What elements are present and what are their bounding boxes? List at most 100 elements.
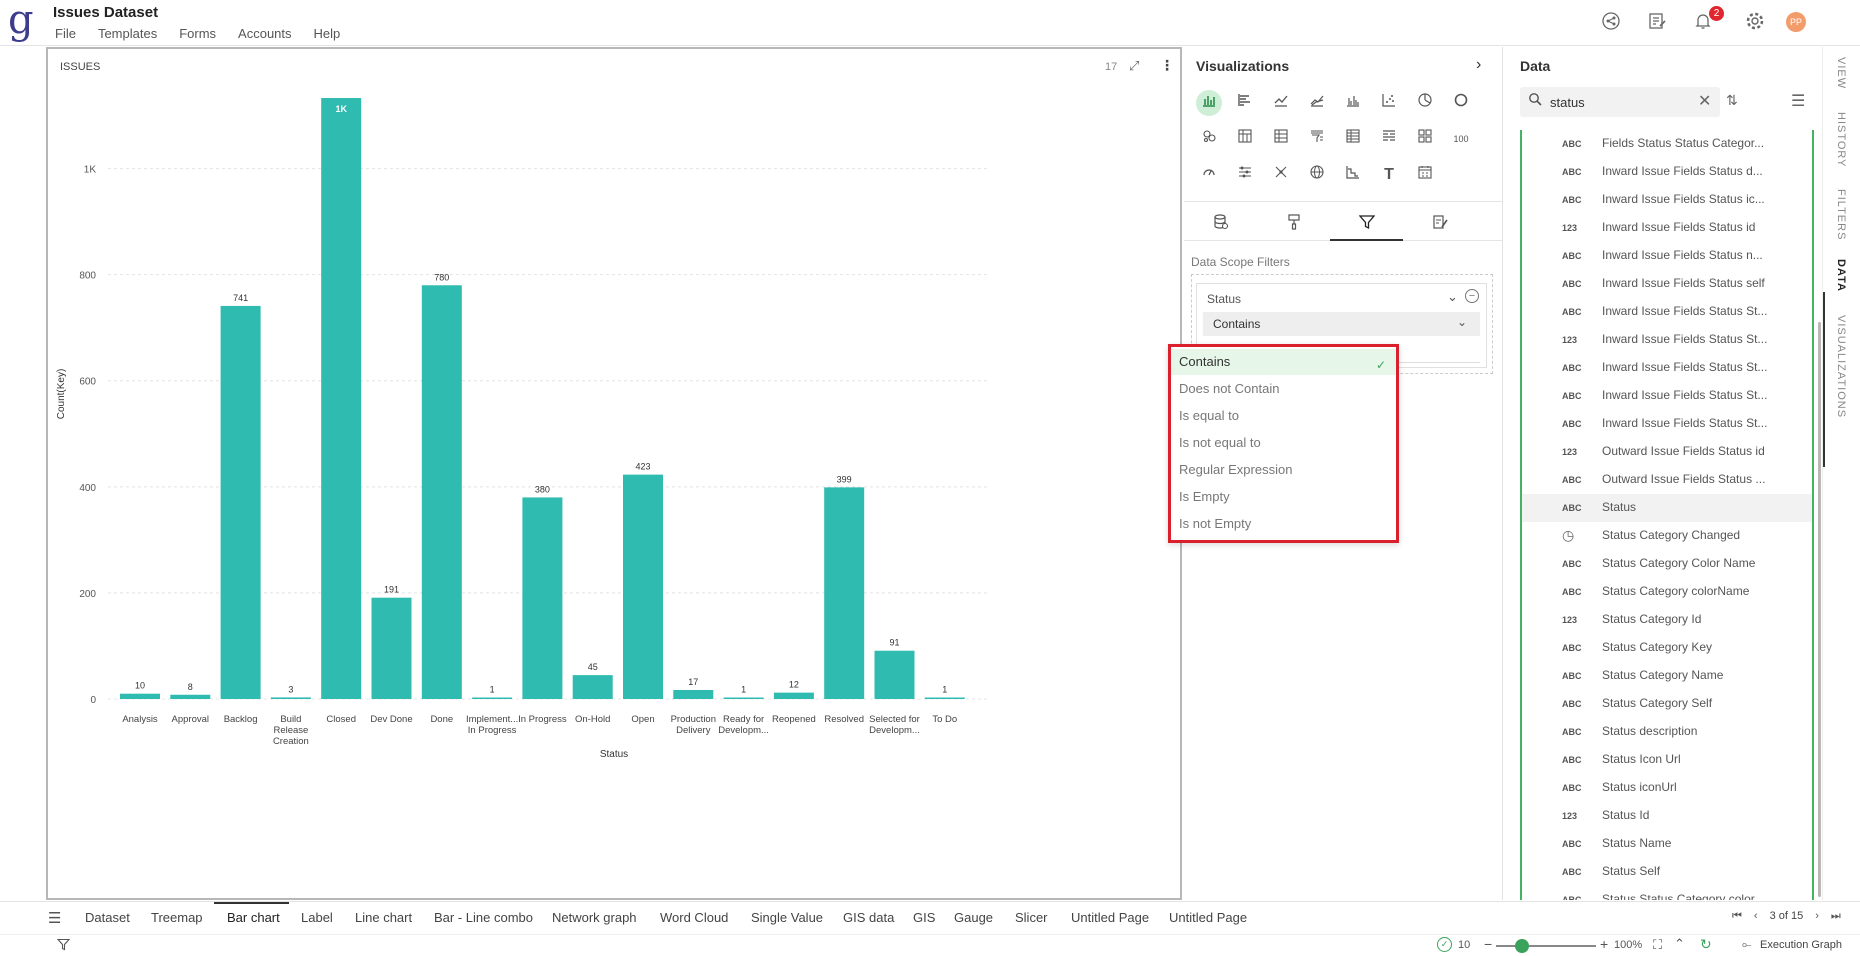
side-tab-history[interactable]: HISTORY (1835, 112, 1847, 168)
field-list-item[interactable]: ABC Status Category colorName (1522, 578, 1812, 606)
grid-tiles-icon[interactable] (1412, 126, 1438, 152)
page-tab[interactable]: Bar chart (227, 910, 280, 925)
execution-graph-link[interactable]: Execution Graph (1760, 939, 1842, 951)
line-chart-icon[interactable] (1268, 90, 1294, 116)
field-list-item[interactable]: ABC Status iconUrl (1522, 774, 1812, 802)
menu-accounts[interactable]: Accounts (238, 26, 291, 41)
page-tab[interactable]: GIS (913, 910, 935, 925)
tab-format[interactable] (1257, 202, 1330, 241)
field-list-item[interactable]: ABC Inward Issue Fields Status ic... (1522, 186, 1812, 214)
zoom-slider-track[interactable] (1496, 945, 1596, 947)
page-tab[interactable]: GIS data (843, 910, 894, 925)
chart-panel[interactable]: 0 200 400 600 800 1K Count(Key) 10 Analysis 8 Appr… (46, 47, 1182, 900)
scatter-icon[interactable] (1376, 90, 1402, 116)
donut-chart-icon[interactable] (1448, 90, 1474, 116)
table-alt-icon[interactable] (1268, 126, 1294, 152)
chevron-right-icon[interactable]: › (1476, 56, 1481, 74)
close-icon[interactable]: ✕ (1698, 91, 1711, 111)
first-page-icon[interactable]: ⏮ (1732, 910, 1742, 923)
execution-graph-icon[interactable]: ⟜ (1742, 937, 1752, 952)
field-list-item[interactable]: ABC Status Category Self (1522, 690, 1812, 718)
prev-page-icon[interactable]: ‹ (1754, 910, 1758, 923)
field-list-item[interactable]: 123 Status Id (1522, 802, 1812, 830)
field-list-item[interactable]: 123 Inward Issue Fields Status St... (1522, 326, 1812, 354)
filter-operator-select[interactable]: Contains ⌄ (1203, 312, 1480, 336)
gear-icon[interactable] (1744, 11, 1766, 33)
more-options-icon[interactable]: ⋮ (1160, 57, 1174, 74)
page-tab[interactable]: Dataset (85, 910, 130, 925)
funnel-list-icon[interactable] (1304, 126, 1330, 152)
remove-filter-icon[interactable]: − (1465, 289, 1479, 303)
search-input[interactable]: status (1550, 95, 1585, 110)
field-list-item[interactable]: ABC Inward Issue Fields Status d... (1522, 158, 1812, 186)
option-regular-expression[interactable]: Regular Expression (1171, 457, 1396, 483)
field-list-item[interactable]: ABC Status Self (1522, 858, 1812, 886)
horizontal-bar-icon[interactable] (1232, 90, 1258, 116)
area-line-icon[interactable] (1304, 90, 1330, 116)
menu-templates[interactable]: Templates (98, 26, 157, 41)
option-is-not-empty[interactable]: Is not Empty (1171, 511, 1396, 537)
option-is-empty[interactable]: Is Empty (1171, 484, 1396, 510)
hamburger-menu-icon[interactable]: ☰ (48, 909, 61, 927)
field-list-item[interactable]: ABC Inward Issue Fields Status St... (1522, 410, 1812, 438)
pie-chart-icon[interactable] (1412, 90, 1438, 116)
filter-icon[interactable] (56, 938, 71, 954)
option-contains[interactable]: Contains ✓ (1171, 349, 1396, 375)
field-list-item[interactable]: 123 Status Category Id (1522, 606, 1812, 634)
field-list-item[interactable]: ABC Inward Issue Fields Status St... (1522, 298, 1812, 326)
zoom-slider-handle[interactable] (1515, 939, 1529, 953)
user-avatar[interactable]: PP (1786, 12, 1806, 32)
field-list-item[interactable]: ABC Inward Issue Fields Status n... (1522, 242, 1812, 270)
slicer-icon[interactable] (1232, 162, 1258, 188)
field-list-item[interactable]: ABC Status Category Name (1522, 662, 1812, 690)
refresh-icon[interactable]: ↻ (1700, 936, 1712, 953)
chevron-up-icon[interactable]: ⌃ (1674, 936, 1685, 952)
side-tab-visualizations[interactable]: VISUALIZATIONS (1835, 315, 1847, 418)
menu-help[interactable]: Help (314, 26, 341, 41)
page-tab[interactable]: Gauge (954, 910, 993, 925)
pivot-table-icon[interactable] (1232, 126, 1258, 152)
globe-icon[interactable] (1304, 162, 1330, 188)
network-graph-icon[interactable] (1268, 162, 1294, 188)
fit-to-screen-icon[interactable]: ⛶ (1653, 937, 1662, 953)
table-list-icon[interactable] (1376, 126, 1402, 152)
list-options-icon[interactable]: ☰ (1791, 91, 1805, 111)
next-page-icon[interactable]: › (1815, 910, 1819, 923)
edit-notes-icon[interactable] (1646, 11, 1668, 33)
page-tab[interactable]: Line chart (355, 910, 412, 925)
page-tab[interactable]: Treemap (151, 910, 203, 925)
bar-chart-icon[interactable] (1196, 90, 1222, 116)
field-list-item[interactable]: ABC Status (1522, 494, 1812, 522)
menu-forms[interactable]: Forms (179, 26, 216, 41)
text-icon[interactable]: T (1376, 162, 1402, 188)
option-is-equal-to[interactable]: Is equal to (1171, 403, 1396, 429)
column-group-icon[interactable] (1340, 90, 1366, 116)
field-list-item[interactable]: ABC Status description (1522, 718, 1812, 746)
tab-analytics[interactable] (1403, 202, 1476, 241)
side-tab-data[interactable]: DATA (1835, 259, 1847, 292)
field-list-item[interactable]: ABC Inward Issue Fields Status self (1522, 270, 1812, 298)
page-tab[interactable]: Single Value (751, 910, 823, 925)
field-search-box[interactable]: status ✕ (1520, 87, 1720, 117)
page-tab[interactable]: Slicer (1015, 910, 1048, 925)
field-list-item[interactable]: ◷ Status Category Changed (1522, 522, 1812, 550)
field-list-item[interactable]: ABC Fields Status Status Categor... (1522, 130, 1812, 158)
sort-icon[interactable]: ⇅ (1726, 92, 1738, 109)
zoom-out-button[interactable]: − (1484, 936, 1492, 952)
option-does-not-contain[interactable]: Does not Contain (1171, 376, 1396, 402)
calendar-icon[interactable] (1412, 162, 1438, 188)
field-list-item[interactable]: ABC Status Category Key (1522, 634, 1812, 662)
page-tab[interactable]: Untitled Page (1071, 910, 1149, 925)
chevron-down-icon[interactable]: ⌄ (1447, 289, 1458, 305)
last-page-icon[interactable]: ⏭ (1831, 910, 1841, 923)
page-tab[interactable]: Word Cloud (660, 910, 728, 925)
field-list-item[interactable]: ABC Status Status Category color (1522, 886, 1812, 900)
tab-data-source[interactable] (1184, 202, 1257, 241)
side-tab-filters[interactable]: FILTERS (1835, 189, 1847, 240)
field-list-item[interactable]: ABC Inward Issue Fields Status St... (1522, 354, 1812, 382)
page-tab[interactable]: Bar - Line combo (434, 910, 533, 925)
zoom-in-button[interactable]: + (1600, 936, 1608, 952)
field-list-item[interactable]: 123 Outward Issue Fields Status id (1522, 438, 1812, 466)
expand-icon[interactable]: ⤢ (1129, 58, 1139, 74)
bubble-chart-icon[interactable] (1196, 126, 1222, 152)
